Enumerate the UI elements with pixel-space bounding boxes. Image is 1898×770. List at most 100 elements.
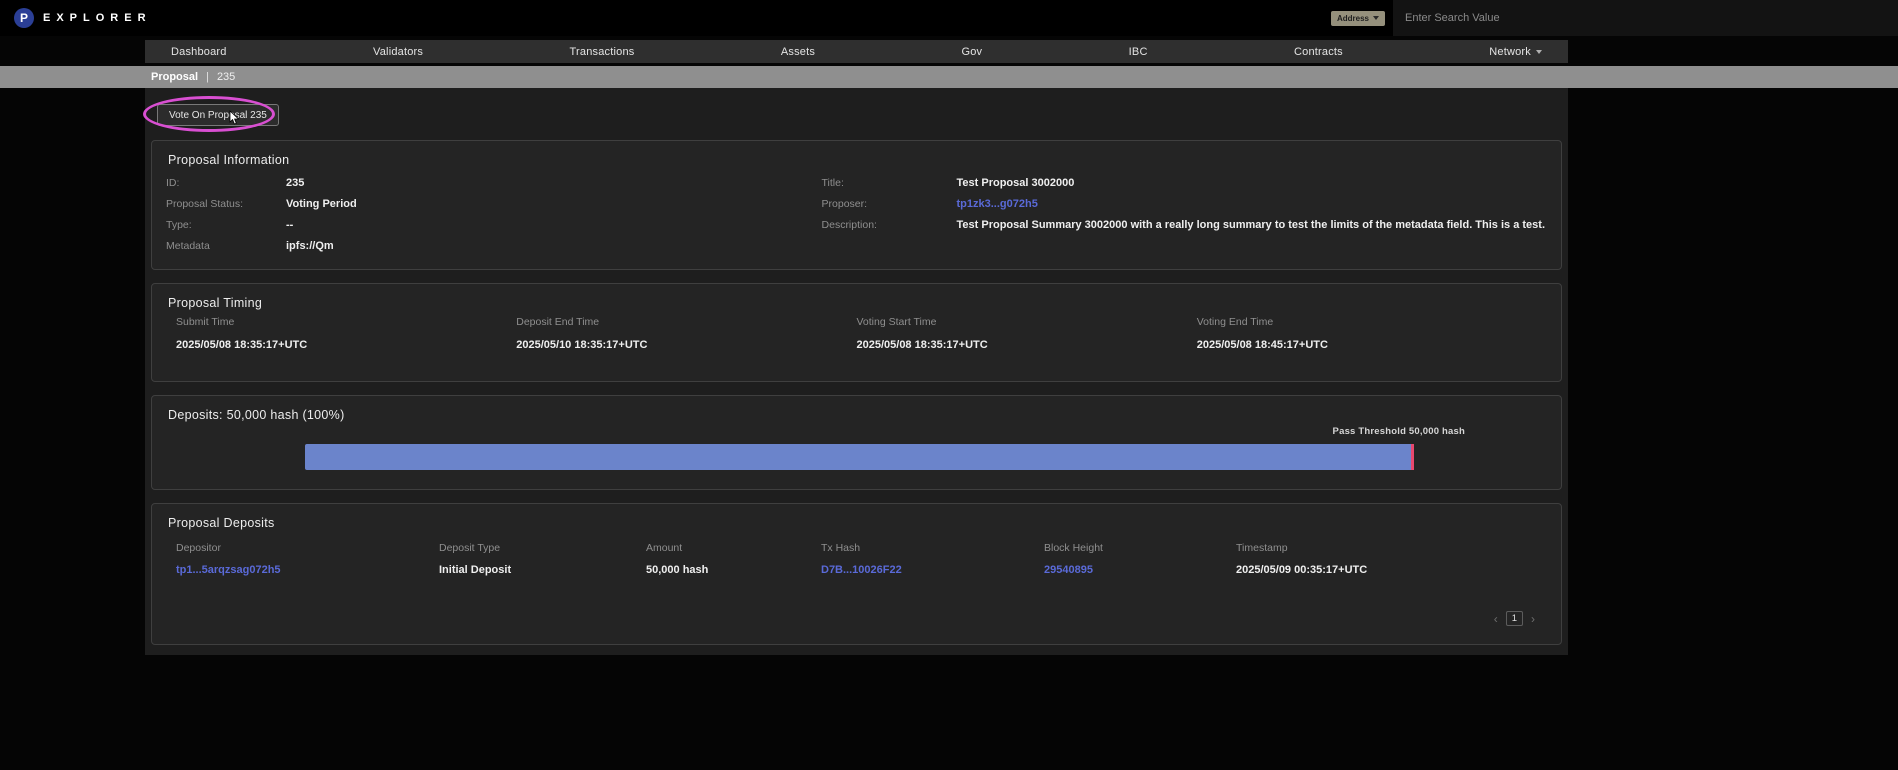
chevron-down-icon	[1536, 50, 1542, 54]
col-header-block-height: Block Height	[1044, 542, 1236, 554]
info-row-status: Proposal Status: Voting Period	[166, 198, 822, 211]
breadcrumb: Proposal | 235	[0, 66, 1898, 88]
info-row-description: Description: Test Proposal Summary 30020…	[822, 219, 1545, 232]
col-header-amount: Amount	[646, 542, 821, 554]
search-type-dropdown[interactable]: Address	[1331, 11, 1385, 26]
field-value: --	[286, 219, 293, 231]
proposal-information-card: Proposal Information ID: 235 Proposal St…	[151, 140, 1562, 270]
block-height-link[interactable]: 29540895	[1044, 564, 1236, 576]
deposits-card: Deposits: 50,000 hash (100%) Pass Thresh…	[151, 395, 1562, 490]
explorer-logo-icon[interactable]: P	[14, 8, 34, 28]
search-type-label: Address	[1337, 14, 1369, 23]
deposit-progress-fill	[305, 444, 1414, 470]
timing-value: 2025/05/08 18:35:17+UTC	[857, 339, 1197, 351]
nav-label: Dashboard	[171, 46, 227, 58]
top-bar: P EXPLORER Address	[0, 0, 1898, 36]
field-label: ID:	[166, 177, 286, 189]
field-label: Title:	[822, 177, 957, 189]
nav-label: Assets	[781, 46, 815, 58]
prev-page-button[interactable]: ‹	[1494, 613, 1498, 625]
info-row-metadata: Metadata ipfs://Qm	[166, 240, 822, 253]
main-content: Vote On Proposal 235 Proposal Informatio…	[145, 88, 1568, 655]
field-value: 235	[286, 177, 304, 189]
timing-value: 2025/05/08 18:35:17+UTC	[176, 339, 516, 351]
vote-on-proposal-button[interactable]: Vote On Proposal 235	[157, 104, 279, 126]
nav-label: Validators	[373, 46, 423, 58]
field-label: Description:	[822, 219, 957, 231]
timing-col-deposit-end: Deposit End Time 2025/05/10 18:35:17+UTC	[516, 316, 856, 351]
nav-item-transactions[interactable]: Transactions	[570, 46, 635, 58]
info-row-title: Title: Test Proposal 3002000	[822, 177, 1545, 190]
timing-label: Submit Time	[176, 316, 516, 328]
nav-item-validators[interactable]: Validators	[373, 46, 423, 58]
proposal-timing-body: Submit Time 2025/05/08 18:35:17+UTC Depo…	[176, 316, 1537, 351]
field-value: ipfs://Qm	[286, 240, 334, 252]
card-title: Proposal Deposits	[168, 516, 275, 530]
deposits-title: Deposits: 50,000 hash (100%)	[168, 408, 345, 422]
main-nav: Dashboard Validators Transactions Assets…	[145, 40, 1568, 63]
timing-value: 2025/05/10 18:35:17+UTC	[516, 339, 856, 351]
nav-item-network[interactable]: Network	[1489, 46, 1542, 58]
depositor-address-link[interactable]: tp1...5arqzsag072h5	[176, 564, 439, 576]
col-header-depositor: Depositor	[176, 542, 439, 554]
nav-item-gov[interactable]: Gov	[961, 46, 982, 58]
field-label: Metadata	[166, 240, 286, 252]
deposits-table-header: Depositor Deposit Type Amount Tx Hash Bl…	[176, 542, 1537, 554]
timestamp-cell: 2025/05/09 00:35:17+UTC	[1236, 564, 1537, 576]
col-header-timestamp: Timestamp	[1236, 542, 1537, 554]
col-header-deposit-type: Deposit Type	[439, 542, 646, 554]
timing-label: Deposit End Time	[516, 316, 856, 328]
next-page-button[interactable]: ›	[1531, 613, 1535, 625]
timing-col-submit: Submit Time 2025/05/08 18:35:17+UTC	[176, 316, 516, 351]
nav-label: Transactions	[570, 46, 635, 58]
field-label: Proposer:	[822, 198, 957, 210]
timing-label: Voting Start Time	[857, 316, 1197, 328]
proposer-address-link[interactable]: tp1zk3...g072h5	[957, 198, 1038, 210]
search-input[interactable]	[1393, 0, 1898, 36]
breadcrumb-proposal-id: 235	[217, 71, 235, 83]
card-title: Proposal Timing	[168, 296, 262, 310]
nav-label: IBC	[1129, 46, 1148, 58]
timing-value: 2025/05/08 18:45:17+UTC	[1197, 339, 1537, 351]
pass-threshold-label: Pass Threshold 50,000 hash	[1333, 426, 1465, 437]
pagination: ‹ 1 ›	[1494, 611, 1535, 626]
chevron-down-icon	[1373, 16, 1379, 20]
breadcrumb-section[interactable]: Proposal	[151, 71, 198, 83]
nav-label: Network	[1489, 46, 1531, 58]
status-value: Voting Period	[286, 198, 357, 210]
info-row-id: ID: 235	[166, 177, 822, 190]
proposal-title-value: Test Proposal 3002000	[957, 177, 1075, 189]
threshold-marker	[1411, 444, 1414, 470]
timing-label: Voting End Time	[1197, 316, 1537, 328]
page: P EXPLORER Address Dashboard Validators …	[0, 0, 1898, 770]
deposit-progress-bar	[305, 444, 1414, 470]
proposal-information-body: ID: 235 Proposal Status: Voting Period T…	[166, 177, 1545, 253]
table-row: tp1...5arqzsag072h5 Initial Deposit 50,0…	[176, 564, 1537, 576]
nav-item-assets[interactable]: Assets	[781, 46, 815, 58]
info-row-proposer: Proposer: tp1zk3...g072h5	[822, 198, 1545, 211]
card-title: Proposal Information	[168, 153, 289, 167]
proposal-deposits-card: Proposal Deposits Depositor Deposit Type…	[151, 503, 1562, 645]
brand-title: EXPLORER	[43, 12, 152, 24]
description-value: Test Proposal Summary 3002000 with a rea…	[957, 219, 1545, 231]
page-number-button[interactable]: 1	[1506, 611, 1523, 626]
proposal-timing-card: Proposal Timing Submit Time 2025/05/08 1…	[151, 283, 1562, 382]
timing-col-voting-start: Voting Start Time 2025/05/08 18:35:17+UT…	[857, 316, 1197, 351]
breadcrumb-divider: |	[206, 71, 209, 83]
field-label: Type:	[166, 219, 286, 231]
info-row-type: Type: --	[166, 219, 822, 232]
tx-hash-link[interactable]: D7B...10026F22	[821, 564, 1044, 576]
info-column-left: ID: 235 Proposal Status: Voting Period T…	[166, 177, 822, 253]
topbar-right: Address	[1331, 0, 1898, 36]
col-header-tx-hash: Tx Hash	[821, 542, 1044, 554]
field-label: Proposal Status:	[166, 198, 286, 210]
deposit-type-cell: Initial Deposit	[439, 564, 646, 576]
nav-item-dashboard[interactable]: Dashboard	[171, 46, 227, 58]
nav-item-ibc[interactable]: IBC	[1129, 46, 1148, 58]
nav-label: Contracts	[1294, 46, 1343, 58]
nav-item-contracts[interactable]: Contracts	[1294, 46, 1343, 58]
nav-label: Gov	[961, 46, 982, 58]
timing-col-voting-end: Voting End Time 2025/05/08 18:45:17+UTC	[1197, 316, 1537, 351]
amount-cell: 50,000 hash	[646, 564, 821, 576]
info-column-right: Title: Test Proposal 3002000 Proposer: t…	[822, 177, 1545, 253]
